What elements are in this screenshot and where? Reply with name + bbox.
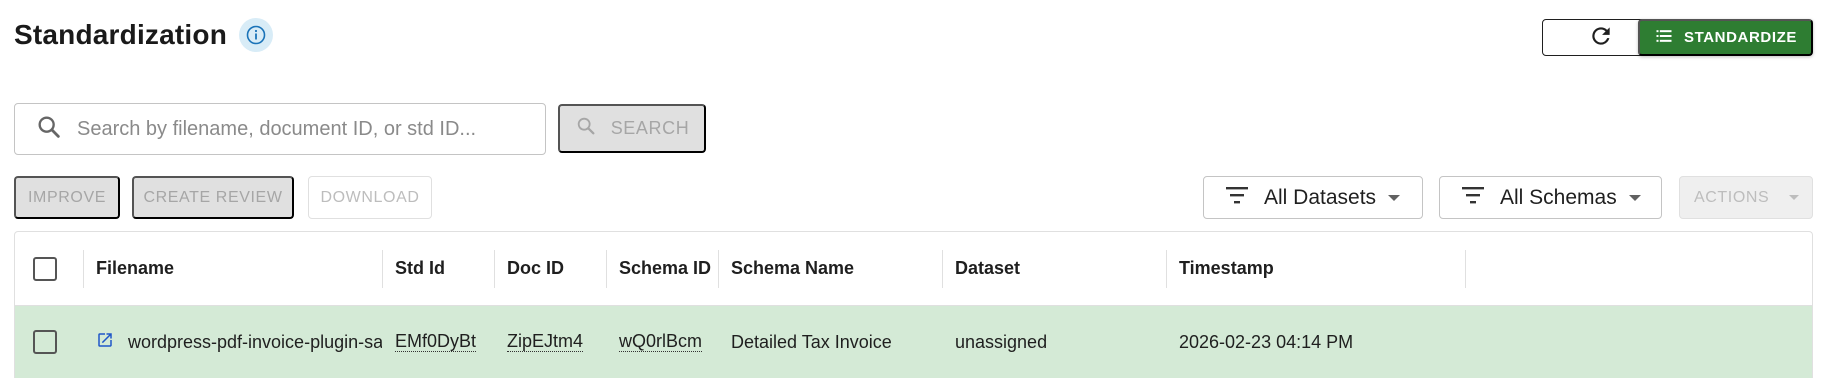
column-header-dataset[interactable]: Dataset bbox=[955, 232, 1161, 305]
cell-filename: wordpress-pdf-invoice-plugin-samp bbox=[128, 306, 382, 378]
dataset-filter-label: All Datasets bbox=[1264, 185, 1377, 209]
row-select-cell bbox=[33, 306, 69, 378]
actions-label: ACTIONS bbox=[1694, 188, 1770, 206]
refresh-icon bbox=[1588, 23, 1614, 52]
search-icon bbox=[575, 115, 597, 142]
info-icon[interactable] bbox=[239, 18, 274, 52]
search-button-label: SEARCH bbox=[610, 118, 690, 138]
cell-schema-name: Detailed Tax Invoice bbox=[731, 331, 892, 352]
table-row[interactable]: wordpress-pdf-invoice-plugin-samp EMf0Dy… bbox=[15, 306, 1812, 378]
create-review-button[interactable]: CREATE REVIEW bbox=[132, 176, 294, 219]
schema-filter-select[interactable]: All Schemas bbox=[1439, 176, 1662, 219]
search-box[interactable] bbox=[14, 103, 546, 155]
select-all-checkbox[interactable] bbox=[33, 256, 57, 281]
column-separator bbox=[382, 250, 383, 288]
chevron-down-icon bbox=[1388, 194, 1401, 201]
column-separator bbox=[606, 250, 607, 288]
actions-dropdown-button[interactable]: ACTIONS bbox=[1679, 176, 1813, 219]
column-separator bbox=[942, 250, 943, 288]
data-grid: Filename Std Id Doc ID Schema ID Schema … bbox=[14, 231, 1813, 378]
cell-doc-id: ZipEJtm4 bbox=[507, 306, 603, 378]
external-link-icon[interactable] bbox=[96, 331, 114, 354]
column-separator bbox=[83, 250, 84, 288]
column-separator bbox=[494, 250, 495, 288]
column-separator bbox=[1465, 250, 1466, 288]
download-button[interactable]: DOWNLOAD bbox=[308, 176, 432, 219]
search-button[interactable]: SEARCH bbox=[558, 104, 706, 153]
chevron-down-icon bbox=[1789, 195, 1800, 200]
column-header-std-id[interactable]: Std Id bbox=[395, 232, 491, 305]
column-header-timestamp[interactable]: Timestamp bbox=[1179, 232, 1459, 305]
chevron-down-icon bbox=[1628, 194, 1641, 201]
cell-schema-id: wQ0rlBcm bbox=[619, 306, 715, 378]
column-header-doc-id[interactable]: Doc ID bbox=[507, 232, 603, 305]
schema-filter-label: All Schemas bbox=[1500, 185, 1617, 209]
filter-icon bbox=[1224, 184, 1250, 212]
standardize-button[interactable]: STANDARDIZE bbox=[1638, 19, 1813, 56]
list-icon bbox=[1654, 26, 1674, 50]
filename-text: wordpress-pdf-invoice-plugin-samp bbox=[128, 331, 382, 352]
standardize-label: STANDARDIZE bbox=[1684, 29, 1797, 46]
std-id-link[interactable]: EMf0DyBt bbox=[395, 331, 477, 353]
cell-timestamp: 2026-02-23 04:14 PM bbox=[1179, 331, 1354, 352]
page-header: Standardization bbox=[14, 18, 274, 52]
column-header-filename[interactable]: Filename bbox=[96, 232, 376, 305]
improve-button[interactable]: IMPROVE bbox=[14, 176, 120, 219]
table-header: Filename Std Id Doc ID Schema ID Schema … bbox=[15, 232, 1812, 306]
page-title: Standardization bbox=[14, 19, 228, 50]
search-icon bbox=[35, 113, 63, 146]
column-separator bbox=[1166, 250, 1167, 288]
schema-id-link[interactable]: wQ0rlBcm bbox=[619, 331, 703, 353]
cell-dataset: unassigned bbox=[955, 331, 1048, 352]
cell-std-id: EMf0DyBt bbox=[395, 306, 491, 378]
dataset-filter-select[interactable]: All Datasets bbox=[1203, 176, 1423, 219]
filter-icon bbox=[1460, 184, 1486, 212]
column-header-schema-name[interactable]: Schema Name bbox=[731, 232, 937, 305]
row-checkbox[interactable] bbox=[33, 330, 57, 354]
select-all-cell bbox=[33, 232, 69, 305]
search-input[interactable] bbox=[77, 117, 537, 141]
open-file-cell bbox=[96, 306, 118, 378]
column-separator bbox=[718, 250, 719, 288]
doc-id-link[interactable]: ZipEJtm4 bbox=[507, 331, 584, 353]
column-header-schema-id[interactable]: Schema ID bbox=[619, 232, 715, 305]
